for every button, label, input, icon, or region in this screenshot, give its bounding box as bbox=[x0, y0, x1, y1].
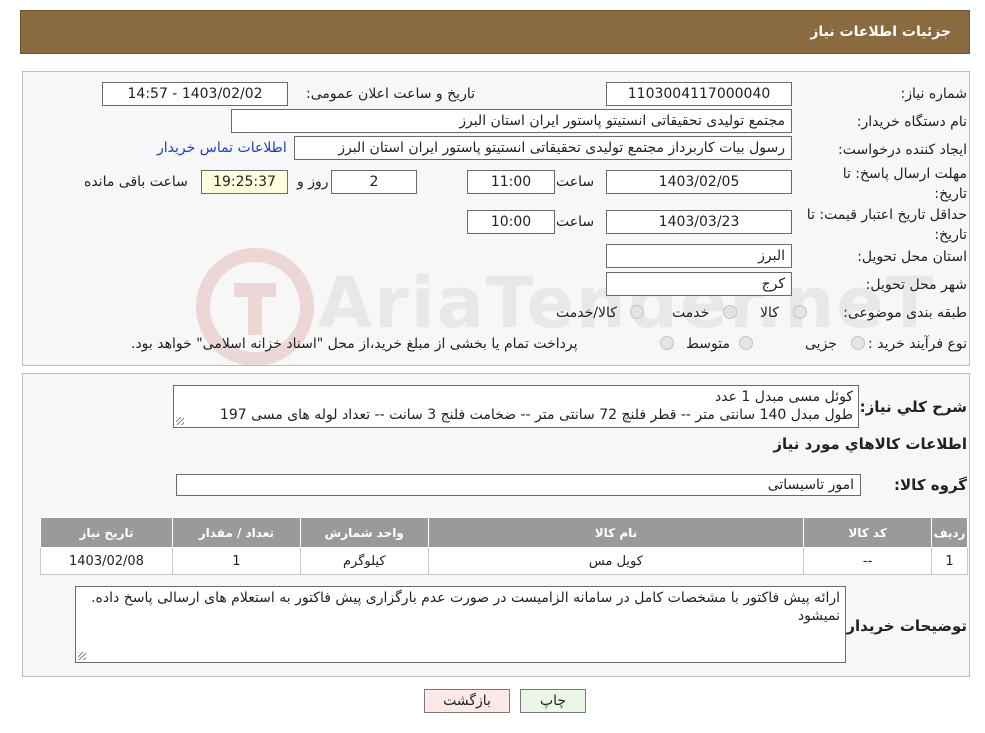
deadline-label-line2: تاریخ: bbox=[934, 186, 967, 202]
resize-grip-icon[interactable] bbox=[176, 417, 184, 425]
days-field: 2 bbox=[331, 170, 417, 194]
page-title: جزئیات اطلاعات نیاز bbox=[810, 24, 951, 40]
resize-grip-icon[interactable] bbox=[78, 652, 86, 660]
description-label: شرح کلي نياز: bbox=[859, 398, 967, 416]
city-label: شهر محل تحویل: bbox=[865, 277, 967, 293]
print-button[interactable]: چاپ bbox=[520, 689, 586, 713]
buyer-notes-field: ارائه پیش فاکتور با مشخصات کامل در سامان… bbox=[75, 586, 846, 663]
col-row-number: ردیف bbox=[931, 517, 968, 548]
category-radio-both[interactable] bbox=[630, 305, 644, 319]
description-line1: کوئل مسی مبدل 1 عدد bbox=[715, 389, 853, 405]
col-need-date: تاریخ نیاز bbox=[40, 517, 173, 548]
buyer-notes-text: ارائه پیش فاکتور با مشخصات کامل در سامان… bbox=[91, 590, 840, 624]
city-field: کرج bbox=[606, 272, 792, 296]
announce-field: 1403/02/02 - 14:57 bbox=[102, 82, 288, 106]
validity-label-line2: تاریخ: bbox=[934, 227, 967, 243]
deadline-time-field: 11:00 bbox=[467, 170, 555, 194]
cell-need-date: 1403/02/08 bbox=[40, 547, 173, 575]
cell-unit: کیلوگرم bbox=[299, 547, 429, 575]
buyer-notes-label: توضیحات خریدار: bbox=[840, 617, 967, 635]
buyer-org-field: مجتمع تولیدی تحقیقاتی انستیتو پاستور ایر… bbox=[231, 109, 792, 133]
table-row: 1 -- کویل مس کیلوگرم 1 1403/02/08 bbox=[40, 547, 968, 575]
requester-field: رسول بیات کاربرداز مجتمع تولیدی تحقیقاتی… bbox=[294, 136, 792, 160]
deadline-label-line1: مهلت ارسال پاسخ: تا bbox=[842, 166, 967, 182]
col-item-code: کد کالا bbox=[803, 517, 933, 548]
table-header-row: ردیف کد کالا نام کالا واحد شمارش تعداد /… bbox=[40, 517, 968, 548]
category-goods-label: کالا bbox=[760, 305, 779, 321]
cell-item-name: کویل مس bbox=[427, 547, 805, 575]
buyer-org-label: نام دستگاه خریدار: bbox=[856, 114, 967, 130]
col-unit: واحد شمارش bbox=[299, 517, 429, 548]
cell-row-number: 1 bbox=[931, 547, 968, 575]
need-number-field: 1103004117000040 bbox=[606, 82, 792, 106]
validity-time-label: ساعت bbox=[556, 214, 595, 230]
category-service-label: خدمت bbox=[672, 305, 710, 321]
col-quantity: تعداد / مقدار bbox=[171, 517, 301, 548]
page-header: جزئیات اطلاعات نیاز bbox=[20, 10, 970, 54]
description-line2: طول مبدل 140 سانتی متر -- قطر فلنچ 72 سا… bbox=[219, 407, 853, 423]
buyer-contact-link[interactable]: اطلاعات تماس خریدار bbox=[157, 140, 287, 156]
deadline-time-label: ساعت bbox=[556, 174, 595, 190]
back-button[interactable]: بازگشت bbox=[424, 689, 510, 713]
process-label: نوع فرآیند خرید : bbox=[868, 336, 967, 352]
process-radio-treasury[interactable] bbox=[660, 336, 674, 350]
goods-section-title: اطلاعات کالاهاي مورد نياز bbox=[773, 435, 967, 453]
validity-label: حداقل تاریخ اعتبار قیمت: تا تاریخ: bbox=[807, 205, 967, 245]
remaining-label: ساعت باقی مانده bbox=[84, 174, 188, 190]
category-radio-goods[interactable] bbox=[793, 305, 807, 319]
items-table: ردیف کد کالا نام کالا واحد شمارش تعداد /… bbox=[40, 517, 968, 575]
province-field: البرز bbox=[606, 244, 792, 268]
process-radio-small[interactable] bbox=[851, 336, 865, 350]
days-label: روز و bbox=[297, 174, 329, 190]
items-table-wrap: ردیف کد کالا نام کالا واحد شمارش تعداد /… bbox=[40, 517, 968, 575]
need-number-label: شماره نیاز: bbox=[900, 86, 968, 102]
cell-item-code: -- bbox=[803, 547, 933, 575]
process-small-label: جزیی bbox=[805, 336, 837, 352]
goods-group-label: گروه کالا: bbox=[894, 476, 967, 494]
description-field: کوئل مسی مبدل 1 عدد طول مبدل 140 سانتی م… bbox=[173, 385, 859, 428]
process-note: پرداخت تمام یا بخشی از مبلغ خرید،از محل … bbox=[131, 336, 578, 352]
category-label: طبقه بندی موضوعی: bbox=[843, 305, 967, 321]
process-radio-medium[interactable] bbox=[739, 336, 753, 350]
process-medium-label: متوسط bbox=[686, 336, 730, 352]
province-label: استان محل تحویل: bbox=[857, 249, 967, 265]
goods-group-field: امور تاسیساتی bbox=[176, 474, 861, 496]
category-radio-service[interactable] bbox=[723, 305, 737, 319]
deadline-date-field: 1403/02/05 bbox=[606, 170, 792, 194]
col-item-name: نام کالا bbox=[427, 517, 805, 548]
category-both-label: کالا/خدمت bbox=[556, 305, 617, 321]
validity-date-field: 1403/03/23 bbox=[606, 210, 792, 234]
deadline-label: مهلت ارسال پاسخ: تا تاریخ: bbox=[843, 164, 967, 204]
cell-quantity: 1 bbox=[171, 547, 301, 575]
validity-label-line1: حداقل تاریخ اعتبار قیمت: تا bbox=[806, 207, 967, 223]
requester-label: ایجاد کننده درخواست: bbox=[838, 142, 967, 158]
announce-label: تاریخ و ساعت اعلان عمومی: bbox=[306, 86, 475, 102]
remaining-time-field: 19:25:37 bbox=[201, 170, 288, 194]
validity-time-field: 10:00 bbox=[467, 210, 555, 234]
